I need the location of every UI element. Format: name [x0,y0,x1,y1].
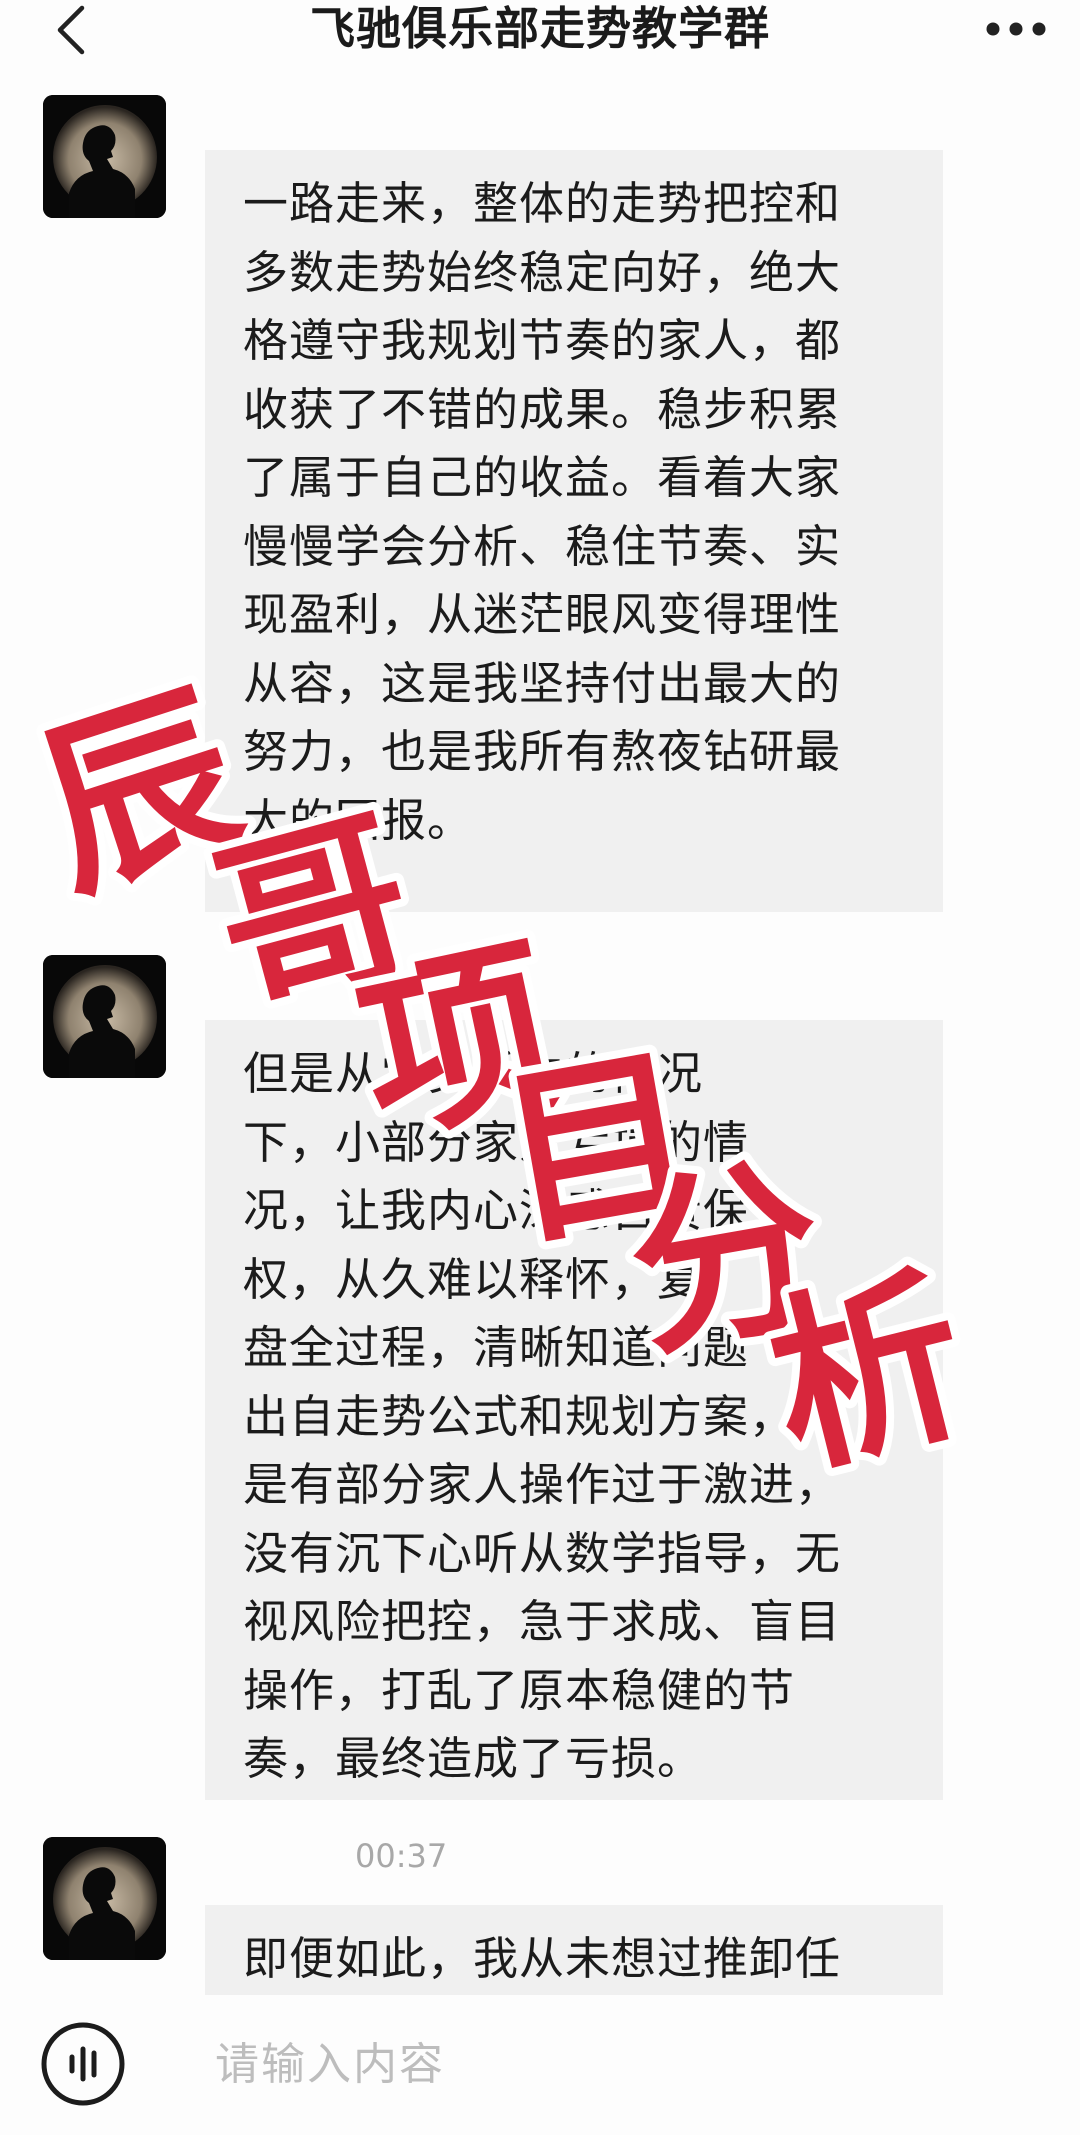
message-text: 一路走来，整体的走势把控和 多数走势始终稳定向好，绝大 格遵守我规划节奏的家人，… [243,177,842,847]
chat-title: 飞驰俱乐部走势教学群 [309,2,770,55]
message-input[interactable]: 请输入内容 [215,2025,445,2105]
message-bubble: 但是从学员手中的情况 下，小部分家人亏损的情 况，让我内心深感自责保 权，从久难… [205,1020,943,1800]
sender-avatar-icon[interactable] [43,1837,166,1960]
input-bar: 请输入内容 [0,1995,1080,2135]
sender-avatar-icon[interactable] [43,955,166,1078]
sender-avatar-icon[interactable] [43,95,166,218]
more-dots-icon[interactable] [986,22,1046,36]
message-text: 但是从学员手中的情况 下，小部分家人亏损的情 况，让我内心深感自责保 权，从久难… [243,1047,842,1785]
chat-header: 飞驰俱乐部走势教学群 [0,0,1080,70]
back-chevron-icon[interactable] [52,4,92,56]
message-bubble: 一路走来，整体的走势把控和 多数走势始终稳定向好，绝大 格遵守我规划节奏的家人，… [205,150,943,912]
message-timestamp: 00:37 [355,1837,448,1875]
message-text: 即便如此，我从未想过推卸任 [243,1932,842,1985]
voice-input-icon[interactable] [40,2021,126,2107]
message-bubble: 即便如此，我从未想过推卸任 [205,1905,943,2000]
